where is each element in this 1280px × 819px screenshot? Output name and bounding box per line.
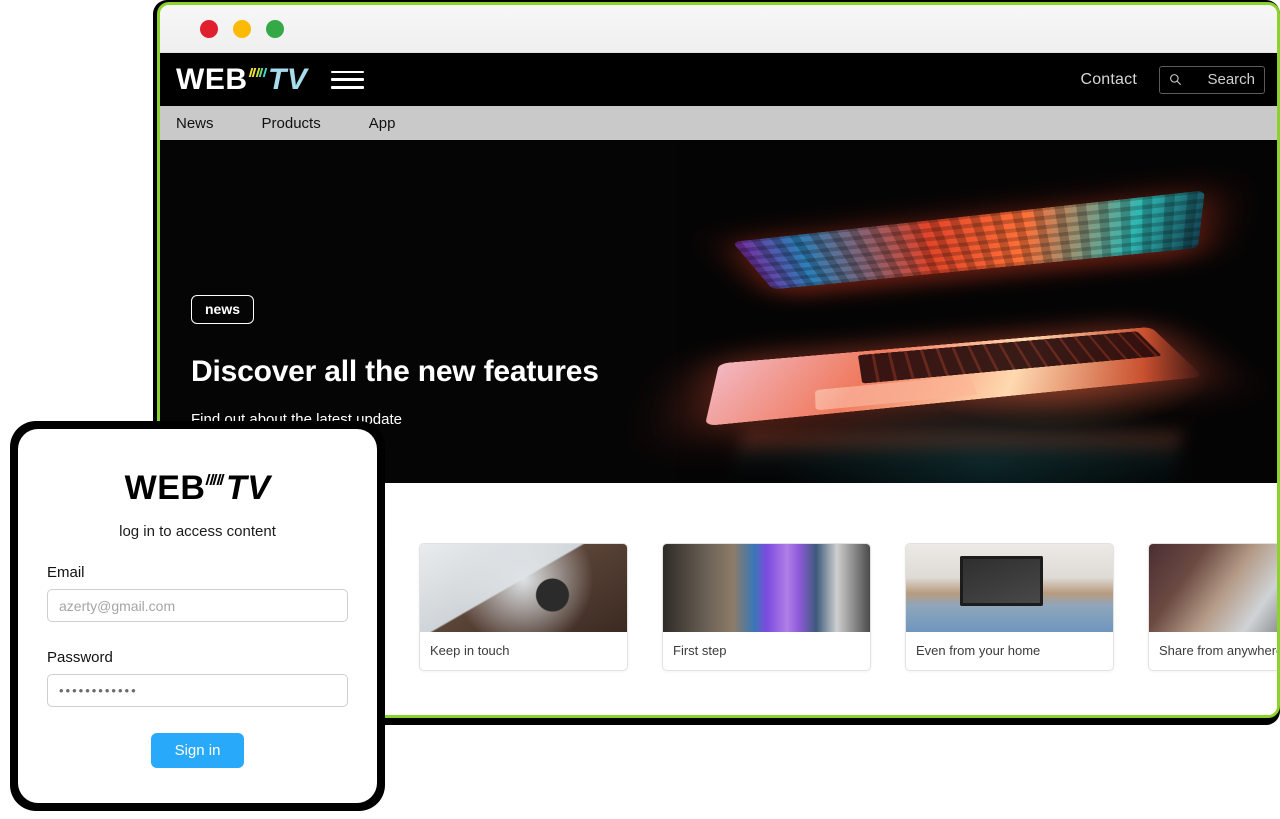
login-logo-tv-text: TV: [225, 469, 271, 507]
close-window-button[interactable]: [200, 19, 218, 38]
logo-tick-marks-icon: [248, 67, 268, 77]
password-field[interactable]: [47, 674, 348, 707]
card-label: Keep in touch: [430, 643, 510, 658]
laptop-trackpad-shape: [814, 375, 979, 411]
hamburger-menu-icon[interactable]: [331, 70, 365, 89]
laptop-base-shape: [704, 326, 1204, 427]
nav-item-news[interactable]: News: [176, 115, 262, 132]
email-field[interactable]: [47, 589, 348, 622]
content-card[interactable]: Keep in touch: [419, 543, 628, 671]
browser-titlebar: [160, 5, 1277, 53]
nav-item-app[interactable]: App: [369, 115, 444, 132]
card-label: Share from anywhere: [1159, 643, 1280, 658]
password-label: Password: [47, 649, 113, 666]
hero-category-badge[interactable]: news: [191, 295, 255, 324]
search-box[interactable]: Search: [1159, 65, 1265, 94]
header-right-group: Contact Search: [1080, 65, 1265, 94]
laptop-reflection-shape: [731, 432, 1183, 480]
card-label: Even from your home: [916, 643, 1041, 658]
nav-item-products[interactable]: Products: [262, 115, 369, 132]
site-header: WEB TV Contact Search: [160, 53, 1277, 106]
login-logo-tick-marks-icon: [205, 474, 226, 485]
card-thumbnail: [1149, 544, 1277, 632]
hero-content: news Discover all the new features Find …: [191, 295, 599, 428]
site-navbar: News Products App: [160, 106, 1277, 140]
laptop-keyboard-shape: [857, 331, 1162, 384]
signin-row: Sign in: [47, 733, 348, 768]
laptop-screen-shape: [732, 190, 1205, 290]
sign-in-button[interactable]: Sign in: [150, 733, 245, 768]
login-logo: WEB TV: [47, 471, 348, 505]
minimize-window-button[interactable]: [233, 19, 251, 38]
logo-web-text: WEB: [176, 62, 248, 96]
card-thumbnail: [906, 544, 1113, 632]
login-subtitle: log in to access content: [119, 523, 276, 540]
card-thumbnail: [420, 544, 627, 632]
hero-title: Discover all the new features: [191, 355, 599, 388]
page-root: WEB TV Contact Search News Products App …: [0, 0, 1280, 819]
hero-laptop-image: [677, 140, 1277, 483]
content-card[interactable]: Share from anywhere: [1148, 543, 1280, 671]
content-card[interactable]: First step: [662, 543, 871, 671]
site-logo[interactable]: WEB TV: [176, 62, 308, 96]
card-thumbnail: [663, 544, 870, 632]
email-label: Email: [47, 564, 85, 581]
search-icon: [1170, 74, 1182, 86]
content-card[interactable]: Even from your home: [905, 543, 1114, 671]
card-label: First step: [673, 643, 727, 658]
login-card: WEB TV log in to access content Email Pa…: [18, 429, 377, 803]
contact-link[interactable]: Contact: [1080, 71, 1137, 89]
login-logo-web-text: WEB: [124, 469, 206, 507]
search-input[interactable]: Search: [1207, 71, 1255, 88]
logo-tv-text: TV: [268, 62, 308, 96]
maximize-window-button[interactable]: [266, 19, 284, 38]
